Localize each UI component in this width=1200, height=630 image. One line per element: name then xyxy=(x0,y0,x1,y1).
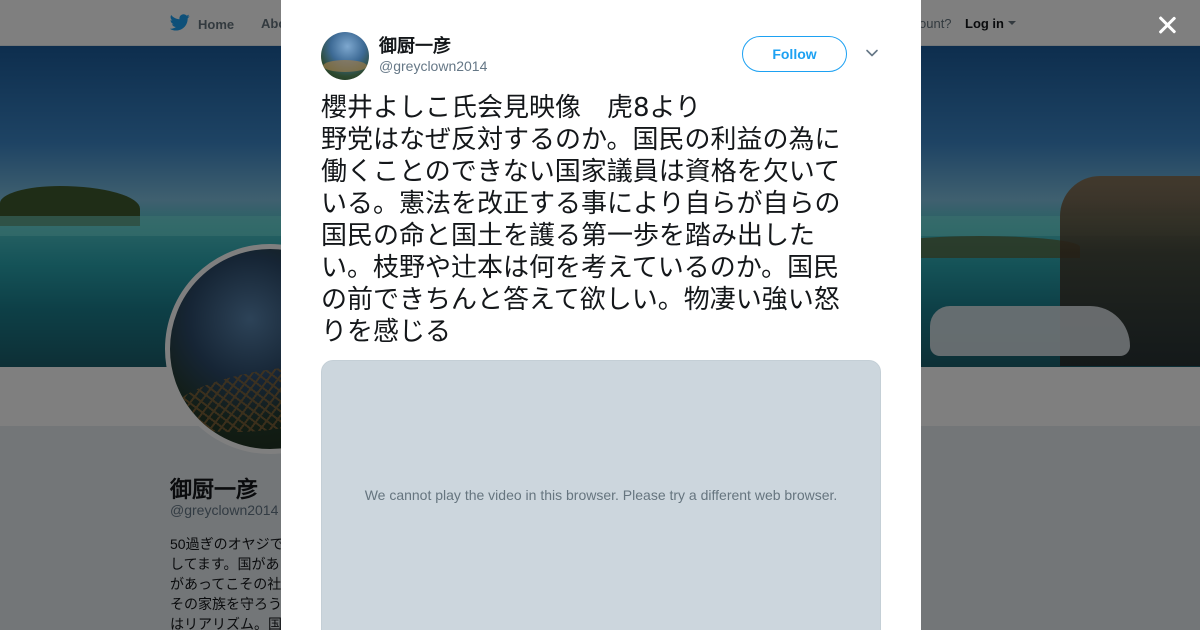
tweet-author-name[interactable]: 御厨一彦 xyxy=(379,32,451,58)
chevron-down-icon[interactable] xyxy=(865,46,879,60)
tweet-author-avatar[interactable] xyxy=(321,32,369,80)
tweet-text-line: の前できちんと答えて欲しい。物凄い強い怒 xyxy=(321,285,840,315)
tweet-text-line: りを感じる xyxy=(321,317,452,347)
tweet-text-line: 櫻井よしこ氏会見映像 虎8より xyxy=(321,93,702,123)
tweet-text-line: いる。憲法を改正する事により自らが自らの xyxy=(321,189,841,219)
follow-button[interactable]: Follow xyxy=(742,36,847,72)
tweet-author-handle[interactable]: @greyclown2014 xyxy=(379,58,487,74)
tweet-text-line: 働くことのできない国家議員は資格を欠いて xyxy=(321,157,840,187)
tweet-text-line: 野党はなぜ反対するのか。国民の利益の為に xyxy=(321,125,841,155)
close-icon[interactable] xyxy=(1154,12,1180,38)
tweet-text-line: い。枝野や辻本は何を考えているのか。国民 xyxy=(321,253,840,283)
video-player[interactable]: We cannot play the video in this browser… xyxy=(321,360,881,630)
tweet-modal: 御厨一彦 @greyclown2014 Follow 櫻井よしこ氏会見映像 虎8… xyxy=(281,0,921,630)
video-unsupported-message: We cannot play the video in this browser… xyxy=(364,487,838,503)
tweet-text-line: 国民の命と国土を護る第一歩を踏み出した xyxy=(321,221,816,251)
tweet-text: 櫻井よしこ氏会見映像 虎8より 野党はなぜ反対するのか。国民の利益の為に 働くこ… xyxy=(321,92,883,348)
